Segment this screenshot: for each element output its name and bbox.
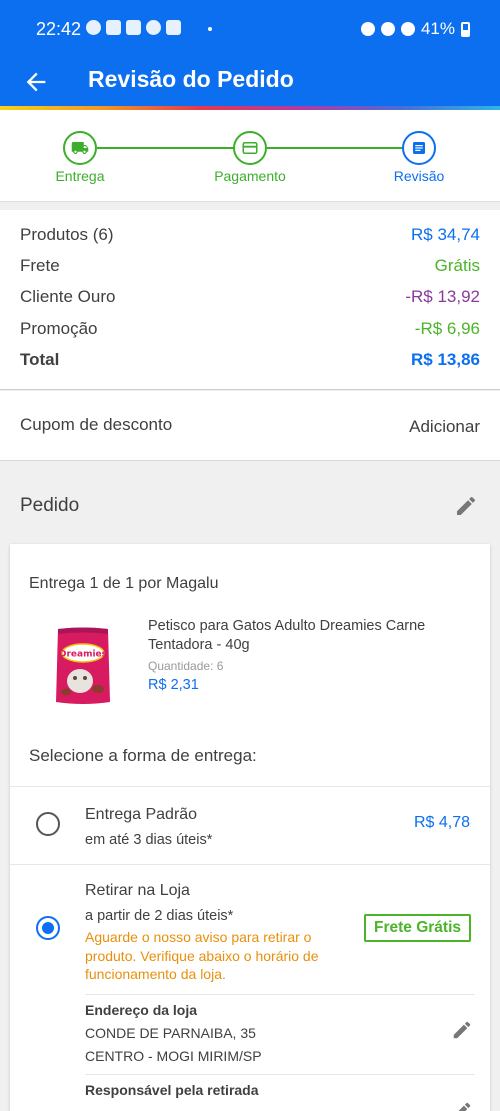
step-connector (267, 147, 403, 149)
facebook-icon (146, 20, 161, 35)
add-coupon-button[interactable]: Adicionar (409, 417, 480, 437)
battery-percent: 41% (420, 19, 455, 38)
standard-delivery-title[interactable]: Entrega Padrão (85, 806, 197, 824)
summary-gold-row: Cliente Ouro -R$ 13,92 (20, 283, 480, 311)
edit-responsible-icon[interactable] (451, 1100, 473, 1111)
divider (10, 786, 490, 787)
app-bar: Revisão do Pedido (0, 58, 500, 108)
status-bar: 22:42 41% (0, 0, 500, 58)
store-pickup-note: Aguarde o nosso aviso para retirar o pro… (85, 929, 319, 982)
step-label-entrega: Entrega (55, 168, 105, 184)
standard-delivery-price: R$ 4,78 (413, 814, 470, 831)
order-summary: Produtos (6) R$ 34,74 Frete Grátis Clien… (0, 210, 500, 390)
promo-label: Promoção (20, 319, 98, 338)
step-entrega (63, 131, 97, 165)
person-icon (106, 20, 121, 35)
step-label-revisao: Revisão (393, 168, 445, 184)
delivery-title: Entrega 1 de 1 por Magalu (29, 575, 219, 592)
order-card: Entrega 1 de 1 por Magalu Dreamies Petis… (10, 544, 490, 1111)
store-pickup-subtitle: a partir de 2 dias úteis* (85, 908, 234, 924)
edit-store-address-icon[interactable] (451, 1019, 473, 1041)
responsible-label: Responsável pela retirada (85, 1082, 259, 1098)
products-value: R$ 34,74 (411, 225, 480, 244)
store-pickup-radio[interactable] (36, 916, 60, 940)
summary-products-row: Produtos (6) R$ 34,74 (20, 221, 480, 249)
checkout-steps: Entrega Pagamento Revisão (0, 110, 500, 202)
summary-promo-row: Promoção -R$ 6,96 (20, 315, 480, 343)
page-title: Revisão do Pedido (88, 66, 294, 92)
airplane-icon (126, 20, 141, 35)
step-revisao (402, 131, 436, 165)
standard-delivery-radio[interactable] (36, 812, 60, 836)
signal-icon (400, 22, 415, 36)
step-connector (97, 147, 235, 149)
store-address-line2: CENTRO - MOGI MIRIM/SP (85, 1048, 262, 1064)
promo-value: -R$ 6,96 (414, 319, 480, 338)
step-pagamento (233, 131, 267, 165)
standard-delivery-subtitle: em até 3 dias úteis* (85, 832, 213, 848)
product-price: R$ 2,31 (148, 677, 199, 693)
battery-icon (461, 21, 470, 37)
coupon-label: Cupom de desconto (20, 415, 173, 434)
document-icon (413, 142, 425, 154)
store-address-line1: CONDE DE PARNAIBA, 35 (85, 1025, 256, 1041)
back-arrow-icon[interactable] (22, 68, 50, 96)
coupon-row[interactable]: Cupom de desconto Adicionar (0, 391, 500, 461)
summary-total-row: Total R$ 13,86 (20, 346, 480, 374)
credit-card-icon (242, 142, 258, 154)
order-section-title: Pedido (20, 495, 80, 516)
gold-client-value: -R$ 13,92 (405, 287, 480, 306)
alarm-icon (360, 22, 375, 36)
wifi-icon (380, 22, 395, 36)
shipping-value: Grátis (434, 256, 480, 275)
store-address-label: Endereço da loja (85, 1002, 198, 1018)
product-name: Petisco para Gatos Adulto Dreamies Carne… (148, 618, 426, 653)
products-label: Produtos (6) (20, 225, 114, 244)
system-status: 41% (360, 19, 470, 39)
delivery-method-title: Selecione a forma de entrega: (29, 746, 257, 765)
pay-icon (166, 20, 181, 35)
truck-icon (71, 142, 89, 154)
divider (85, 994, 475, 995)
product-image: Dreamies (56, 627, 110, 704)
shipping-label: Frete (20, 256, 60, 275)
divider (10, 864, 490, 865)
total-label: Total (20, 350, 60, 369)
more-notifications-dot (208, 27, 212, 31)
gold-client-label: Cliente Ouro (20, 287, 116, 306)
summary-shipping-row: Frete Grátis (20, 252, 480, 280)
total-value: R$ 13,86 (411, 350, 480, 369)
messenger-icon (86, 20, 101, 35)
product-quantity: Quantidade: 6 (148, 659, 224, 673)
edit-order-icon[interactable] (454, 494, 478, 518)
notification-icons (86, 20, 181, 35)
product-brand: Dreamies (59, 650, 107, 660)
step-label-pagamento: Pagamento (214, 168, 286, 184)
divider (85, 1074, 475, 1075)
free-shipping-badge: Frete Grátis (364, 914, 471, 942)
store-pickup-title[interactable]: Retirar na Loja (85, 882, 190, 900)
status-time: 22:42 (36, 19, 82, 39)
